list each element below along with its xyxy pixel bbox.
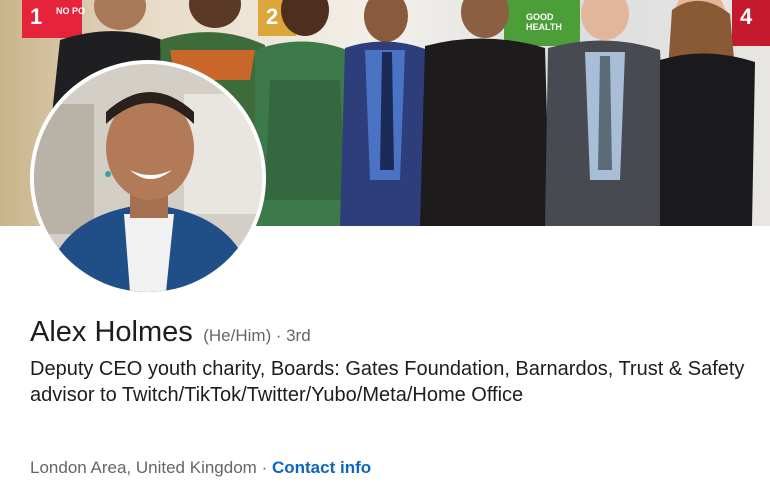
profile-photo[interactable] bbox=[30, 60, 266, 296]
profile-location: London Area, United Kingdom bbox=[30, 458, 257, 477]
separator-dot: · bbox=[261, 458, 268, 477]
location-row: London Area, United Kingdom · Contact in… bbox=[30, 458, 371, 478]
profile-name: Alex Holmes bbox=[30, 316, 193, 348]
connection-degree: · 3rd bbox=[275, 326, 311, 345]
contact-info-link[interactable]: Contact info bbox=[272, 458, 371, 477]
pronouns: (He/Him) bbox=[203, 326, 272, 345]
avatar-portrait bbox=[34, 64, 262, 292]
profile-headline: Deputy CEO youth charity, Boards: Gates … bbox=[30, 358, 745, 406]
name-row: Alex Holmes (He/Him) · 3rd bbox=[30, 316, 311, 349]
